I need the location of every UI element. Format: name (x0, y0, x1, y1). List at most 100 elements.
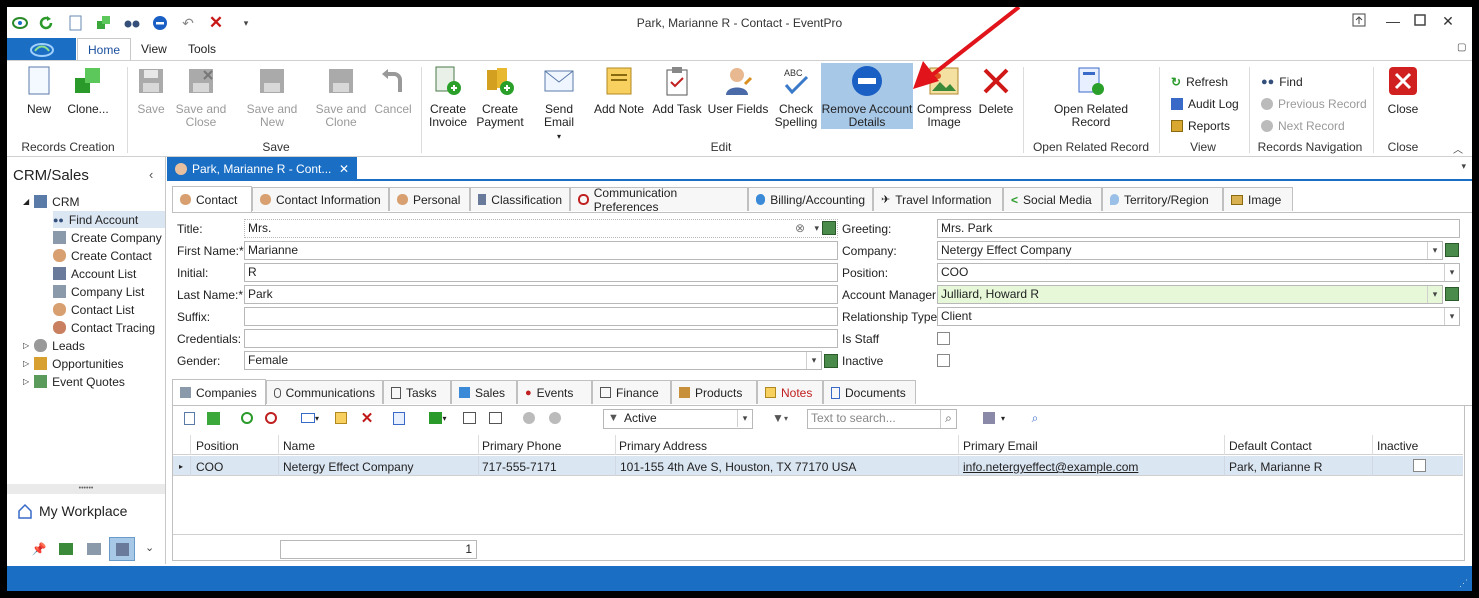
nav-item-company-list[interactable]: Company List (53, 283, 144, 300)
suffix-field[interactable] (244, 307, 838, 326)
remove-link-icon[interactable] (261, 408, 281, 428)
company-icon[interactable] (87, 543, 101, 555)
nav-item-create-company[interactable]: Create Company (53, 229, 162, 246)
greeting-field[interactable]: Mrs. Park (937, 219, 1460, 238)
table-row[interactable]: ▸ COO Netergy Effect Company 717-555-717… (173, 456, 1463, 476)
find-icon[interactable]: ⌕ (1025, 408, 1045, 428)
tab-home[interactable]: Home (77, 38, 132, 61)
nav-item-contact-list[interactable]: Contact List (53, 301, 134, 318)
more-icon[interactable]: ⌄ (145, 541, 154, 554)
find-button[interactable]: ●● Find (1261, 75, 1303, 89)
tab-products[interactable]: Products (671, 380, 757, 404)
clear-icon[interactable]: ⊗ (795, 220, 805, 237)
tab-territory-region[interactable]: Territory/Region (1102, 187, 1223, 211)
email-dropdown-icon[interactable]: ▾ (295, 408, 325, 428)
ribbon-options-icon[interactable]: ▢ (1457, 42, 1466, 53)
search-icon[interactable]: ⌕ (940, 410, 956, 428)
column-header-position[interactable]: Position (196, 439, 239, 453)
close-tab-icon[interactable]: ✕ (339, 162, 349, 176)
collapse-ribbon-icon[interactable]: ︿ (1453, 141, 1463, 156)
clone-icon[interactable] (203, 408, 223, 428)
clone-button[interactable]: Clone... (63, 65, 113, 116)
nav-item-create-contact[interactable]: Create Contact (53, 247, 152, 264)
arrow-up-icon[interactable] (519, 408, 539, 428)
add-note-button[interactable]: Add Note (593, 65, 645, 116)
save-button[interactable]: Save (133, 65, 169, 116)
tab-contact-information[interactable]: Contact Information (252, 187, 389, 211)
first-name-field[interactable]: Marianne (244, 241, 838, 260)
tab-documents[interactable]: Documents (823, 380, 916, 404)
tab-communication-preferences[interactable]: Communication Preferences (570, 186, 748, 214)
tree-crm[interactable]: ◢ CRM (23, 193, 79, 210)
layout-dropdown-icon[interactable]: ▾ (423, 408, 453, 428)
remove-account-details-button[interactable]: Remove Account Details (821, 63, 913, 129)
arrow-down-icon[interactable] (545, 408, 565, 428)
tree-leads[interactable]: ▷ Leads (23, 337, 85, 354)
company-field[interactable]: Netergy Effect Company ▾ (937, 241, 1443, 260)
pin-icon[interactable]: 📌 (31, 541, 47, 557)
position-field[interactable]: COO ▾ (937, 263, 1460, 282)
add-item-icon[interactable] (824, 354, 838, 368)
nav-item-contact-tracing[interactable]: Contact Tracing (53, 319, 155, 336)
add-item-icon[interactable] (1445, 287, 1459, 301)
tree-opportunities[interactable]: ▷ Opportunities (23, 355, 124, 372)
tab-view[interactable]: View (131, 38, 177, 61)
collapse-nav-icon[interactable]: ‹ (149, 167, 153, 182)
audit-log-button[interactable]: Audit Log (1171, 97, 1239, 111)
tab-events[interactable]: ● Events (517, 380, 592, 404)
new-button[interactable]: New (19, 65, 59, 116)
document-tab[interactable]: Park, Marianne R - Cont... ✕ (167, 157, 357, 181)
send-email-button[interactable]: Send Email ▾ (529, 65, 589, 143)
relationship-type-field[interactable]: Client ▾ (937, 307, 1460, 326)
gender-field[interactable]: Female ▾ (244, 351, 822, 370)
column-header-phone[interactable]: Primary Phone (482, 439, 561, 453)
cell-email-link[interactable]: info.netergyeffect@example.com (963, 460, 1138, 474)
save-and-clone-button[interactable]: Save and Clone (315, 65, 367, 129)
columns-icon[interactable] (459, 408, 479, 428)
tab-billing-accounting[interactable]: Billing/Accounting (748, 187, 873, 211)
account-manager-field[interactable]: Julliard, Howard R ▾ (937, 285, 1443, 304)
column-header-name[interactable]: Name (283, 439, 315, 453)
tab-tasks[interactable]: Tasks (383, 380, 451, 404)
chevron-down-icon[interactable]: ▾ (1444, 264, 1459, 281)
check-spelling-button[interactable]: ABC Check Spelling (771, 65, 821, 129)
next-record-button[interactable]: Next Record (1261, 119, 1345, 133)
chevron-down-icon[interactable]: ▾ (737, 410, 752, 427)
tab-tools[interactable]: Tools (178, 38, 226, 61)
note-icon[interactable] (331, 408, 351, 428)
filter-dropdown-icon[interactable]: ▼ ▾ (765, 408, 795, 428)
column-header-default-contact[interactable]: Default Contact (1229, 439, 1312, 453)
add-item-icon[interactable] (1445, 243, 1459, 257)
tab-classification[interactable]: Classification (470, 187, 570, 211)
credentials-field[interactable] (244, 329, 838, 348)
minimize-icon[interactable]: — (1382, 13, 1404, 33)
search-input[interactable]: Text to search... ⌕ (807, 409, 957, 429)
add-item-icon[interactable] (822, 221, 836, 235)
status-filter-select[interactable]: ▼ Active ▾ (603, 409, 753, 429)
reports-button[interactable]: Reports (1171, 119, 1230, 133)
tab-travel-information[interactable]: ✈ Travel Information (873, 187, 1003, 211)
tree-event-quotes[interactable]: ▷ Event Quotes (23, 373, 125, 390)
nav-item-find-account[interactable]: ●● Find Account (53, 211, 165, 228)
create-invoice-button[interactable]: Create Invoice (425, 65, 471, 129)
grid-view-icon[interactable] (59, 543, 73, 555)
save-layout-dropdown-icon[interactable]: ▾ (977, 408, 1011, 428)
chevron-down-icon[interactable]: ▾ (806, 352, 821, 369)
tab-notes[interactable]: Notes (757, 380, 823, 404)
resize-grip-icon[interactable]: ⋰ (1459, 578, 1468, 589)
maximize-icon[interactable] (1409, 13, 1431, 33)
close-button[interactable]: Close (1381, 65, 1425, 116)
chevron-down-icon[interactable]: ▾ (1427, 286, 1442, 303)
tab-communications[interactable]: Communications (266, 380, 383, 404)
previous-record-button[interactable]: Previous Record (1261, 97, 1367, 111)
related-record-icon[interactable] (389, 408, 409, 428)
save-and-close-button[interactable]: Save and Close (175, 65, 227, 129)
tab-companies[interactable]: Companies (172, 379, 266, 405)
tab-finance[interactable]: Finance (592, 380, 671, 404)
delete-icon[interactable]: ✕ (357, 408, 377, 428)
account-view-button[interactable] (109, 537, 135, 561)
tab-list-icon[interactable]: ▾ (1461, 161, 1466, 172)
nav-splitter[interactable]: •••••• (7, 484, 165, 494)
inactive-checkbox[interactable] (937, 354, 950, 367)
add-link-icon[interactable] (237, 408, 257, 428)
